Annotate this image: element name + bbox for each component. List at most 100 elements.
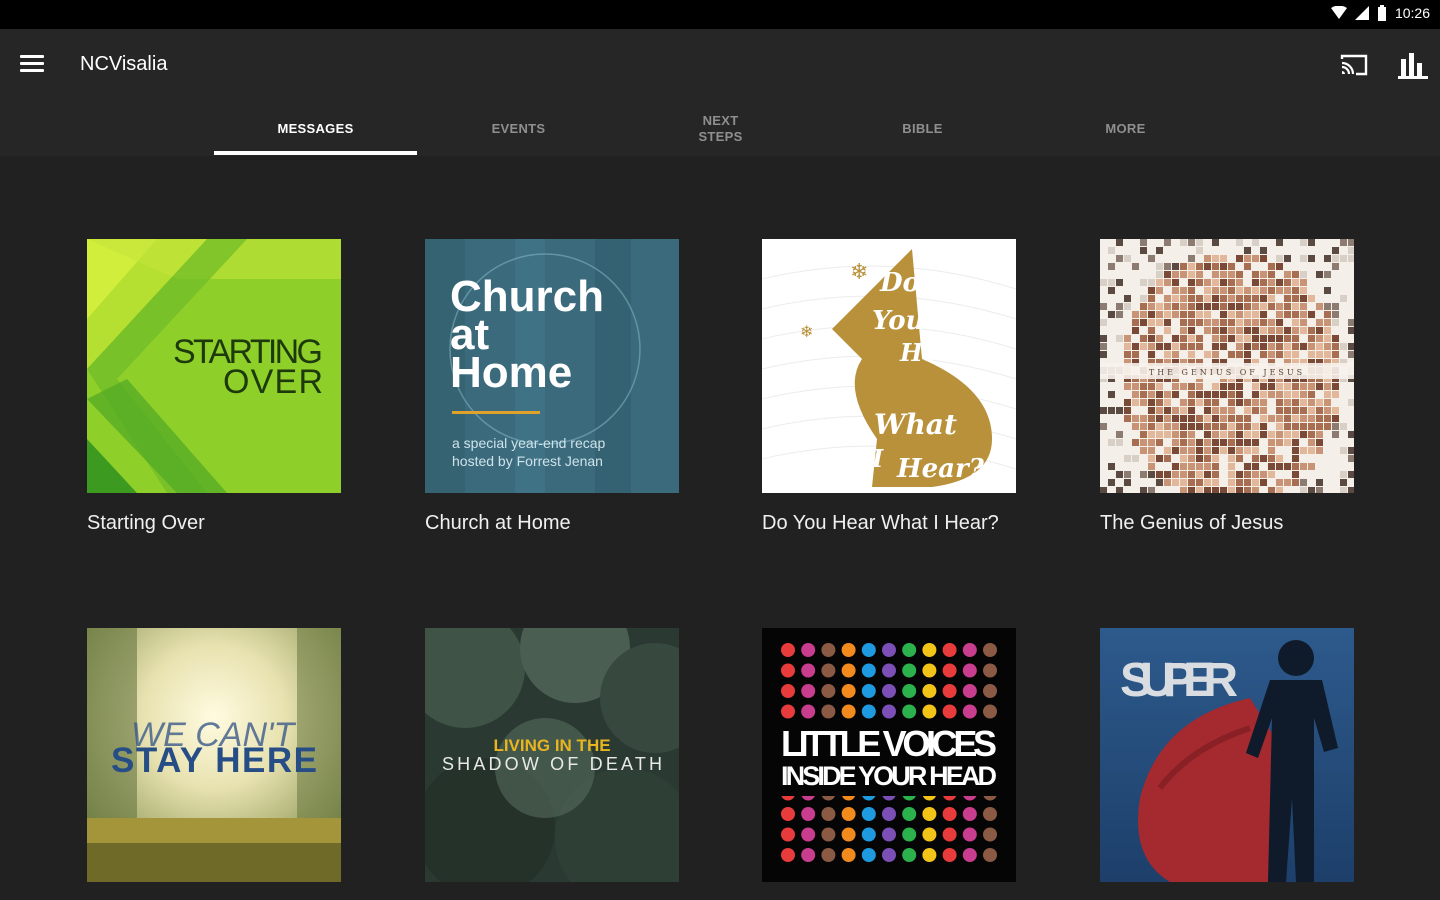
mosaic-pixel	[1140, 439, 1147, 446]
mosaic-pixel	[1260, 383, 1267, 390]
decorative-dot	[861, 704, 876, 719]
mosaic-pixel	[1308, 391, 1315, 398]
mosaic-pixel	[1164, 431, 1171, 438]
mosaic-pixel	[1348, 431, 1354, 438]
mosaic-pixel	[1236, 335, 1243, 342]
mosaic-pixel	[1236, 423, 1243, 430]
mosaic-pixel	[1300, 319, 1307, 326]
decorative-dot	[922, 848, 937, 862]
art-text: OVER	[223, 363, 323, 401]
mosaic-pixel	[1308, 343, 1315, 350]
mosaic-pixel	[1348, 255, 1354, 262]
menu-icon[interactable]	[20, 55, 44, 75]
series-artwork[interactable]: SUPER	[1100, 628, 1354, 882]
decorative-dot	[861, 663, 876, 678]
mosaic-pixel	[1220, 287, 1227, 294]
series-card-super[interactable]: SUPER	[1100, 628, 1354, 899]
mosaic-pixel	[1284, 391, 1291, 398]
mosaic-pixel	[1172, 431, 1179, 438]
mosaic-pixel	[1164, 239, 1171, 246]
decorative-dot	[962, 848, 977, 862]
mosaic-pixel	[1188, 287, 1195, 294]
tab-events[interactable]: EVENTS	[417, 101, 620, 156]
decorative-dot	[781, 807, 795, 821]
mosaic-pixel	[1124, 471, 1131, 478]
series-artwork[interactable]: STARTING OVER	[87, 239, 341, 493]
mosaic-pixel	[1268, 439, 1275, 446]
series-card-do-you-hear[interactable]: Do You Hear What I Hear? ❄ ❄ Do You Hear…	[762, 239, 1016, 537]
mosaic-pixel	[1276, 255, 1283, 262]
mosaic-pixel	[1132, 415, 1139, 422]
mosaic-pixel	[1180, 471, 1187, 478]
tab-messages[interactable]: MESSAGES	[214, 101, 417, 156]
mosaic-pixel	[1268, 431, 1275, 438]
mosaic-pixel	[1124, 399, 1131, 406]
tab-bible[interactable]: BIBLE	[821, 101, 1024, 156]
mosaic-pixel	[1188, 391, 1195, 398]
series-card-church-at-home[interactable]: Church at Home a special year-end recap …	[425, 239, 679, 537]
mosaic-pixel	[1156, 311, 1163, 318]
decorative-dot	[882, 807, 896, 821]
mosaic-pixel	[1252, 391, 1259, 398]
mosaic-pixel	[1292, 471, 1299, 478]
mosaic-pixel	[1228, 287, 1235, 294]
mosaic-pixel	[1172, 279, 1179, 286]
art-text: Home	[450, 348, 572, 397]
mosaic-pixel	[1100, 303, 1107, 310]
mosaic-pixel	[1180, 383, 1187, 390]
cast-icon[interactable]	[1340, 53, 1368, 77]
mosaic-pixel	[1188, 335, 1195, 342]
mosaic-pixel	[1132, 343, 1139, 350]
mosaic-pixel	[1188, 471, 1195, 478]
mosaic-pixel	[1236, 303, 1243, 310]
mosaic-pixel	[1332, 343, 1339, 350]
mosaic-pixel	[1252, 431, 1259, 438]
mosaic-pixel	[1292, 351, 1299, 358]
series-artwork[interactable]: LITTLE VOICES INSIDE YOUR HEAD	[762, 628, 1016, 882]
mosaic-pixel	[1244, 303, 1251, 310]
mosaic-pixel	[1148, 487, 1155, 493]
mosaic-pixel	[1140, 303, 1147, 310]
mosaic-pixel	[1196, 479, 1203, 486]
mosaic-pixel	[1188, 447, 1195, 454]
series-artwork[interactable]: Do You Hear What I Hear? ❄ ❄	[762, 239, 1016, 493]
decorative-dot	[962, 827, 977, 842]
mosaic-pixel	[1196, 311, 1203, 318]
art-text: What	[874, 408, 957, 441]
mosaic-pixel	[1244, 487, 1251, 493]
series-artwork[interactable]: Church at Home a special year-end recap …	[425, 239, 679, 493]
series-card-shadow-of-death[interactable]: LIVING IN THE SHADOW OF DEATH	[425, 628, 679, 899]
series-card-genius-of-jesus[interactable]: THE GENIUS OF JESUS The Genius of Jesus	[1100, 239, 1354, 537]
mosaic-pixel	[1260, 343, 1267, 350]
mosaic-pixel	[1180, 271, 1187, 278]
mosaic-pixel	[1180, 399, 1187, 406]
mosaic-pixel	[1140, 423, 1147, 430]
series-card-starting-over[interactable]: STARTING OVER Starting Over	[87, 239, 341, 537]
mosaic-pixel	[1284, 423, 1291, 430]
mosaic-pixel	[1268, 391, 1275, 398]
tab-more[interactable]: MORE	[1024, 101, 1227, 156]
series-artwork[interactable]: LIVING IN THE SHADOW OF DEATH	[425, 628, 679, 882]
decorative-dot	[781, 827, 795, 842]
mosaic-pixel	[1196, 319, 1203, 326]
mosaic-pixel	[1284, 351, 1291, 358]
mosaic-pixel	[1140, 399, 1147, 406]
mosaic-pixel	[1292, 295, 1299, 302]
mosaic-pixel	[1316, 271, 1323, 278]
series-card-we-cant-stay-here[interactable]: WE CAN'T STAY HERE	[87, 628, 341, 899]
mosaic-pixel	[1228, 479, 1235, 486]
series-card-little-voices[interactable]: LITTLE VOICES INSIDE YOUR HEAD	[762, 628, 1016, 899]
mosaic-pixel	[1156, 479, 1163, 486]
mosaic-pixel	[1180, 239, 1187, 246]
mosaic-pixel	[1172, 447, 1179, 454]
mosaic-pixel	[1244, 415, 1251, 422]
mosaic-pixel	[1204, 287, 1211, 294]
decorative-dot	[942, 663, 957, 678]
bar-chart-icon[interactable]	[1398, 51, 1428, 79]
tab-next-steps[interactable]: NEXT STEPS	[619, 101, 822, 156]
series-artwork[interactable]: THE GENIUS OF JESUS	[1100, 239, 1354, 493]
mosaic-pixel	[1276, 399, 1283, 406]
decorative-dot	[983, 807, 997, 821]
decorative-dot	[902, 684, 917, 698]
series-artwork[interactable]: WE CAN'T STAY HERE	[87, 628, 341, 882]
